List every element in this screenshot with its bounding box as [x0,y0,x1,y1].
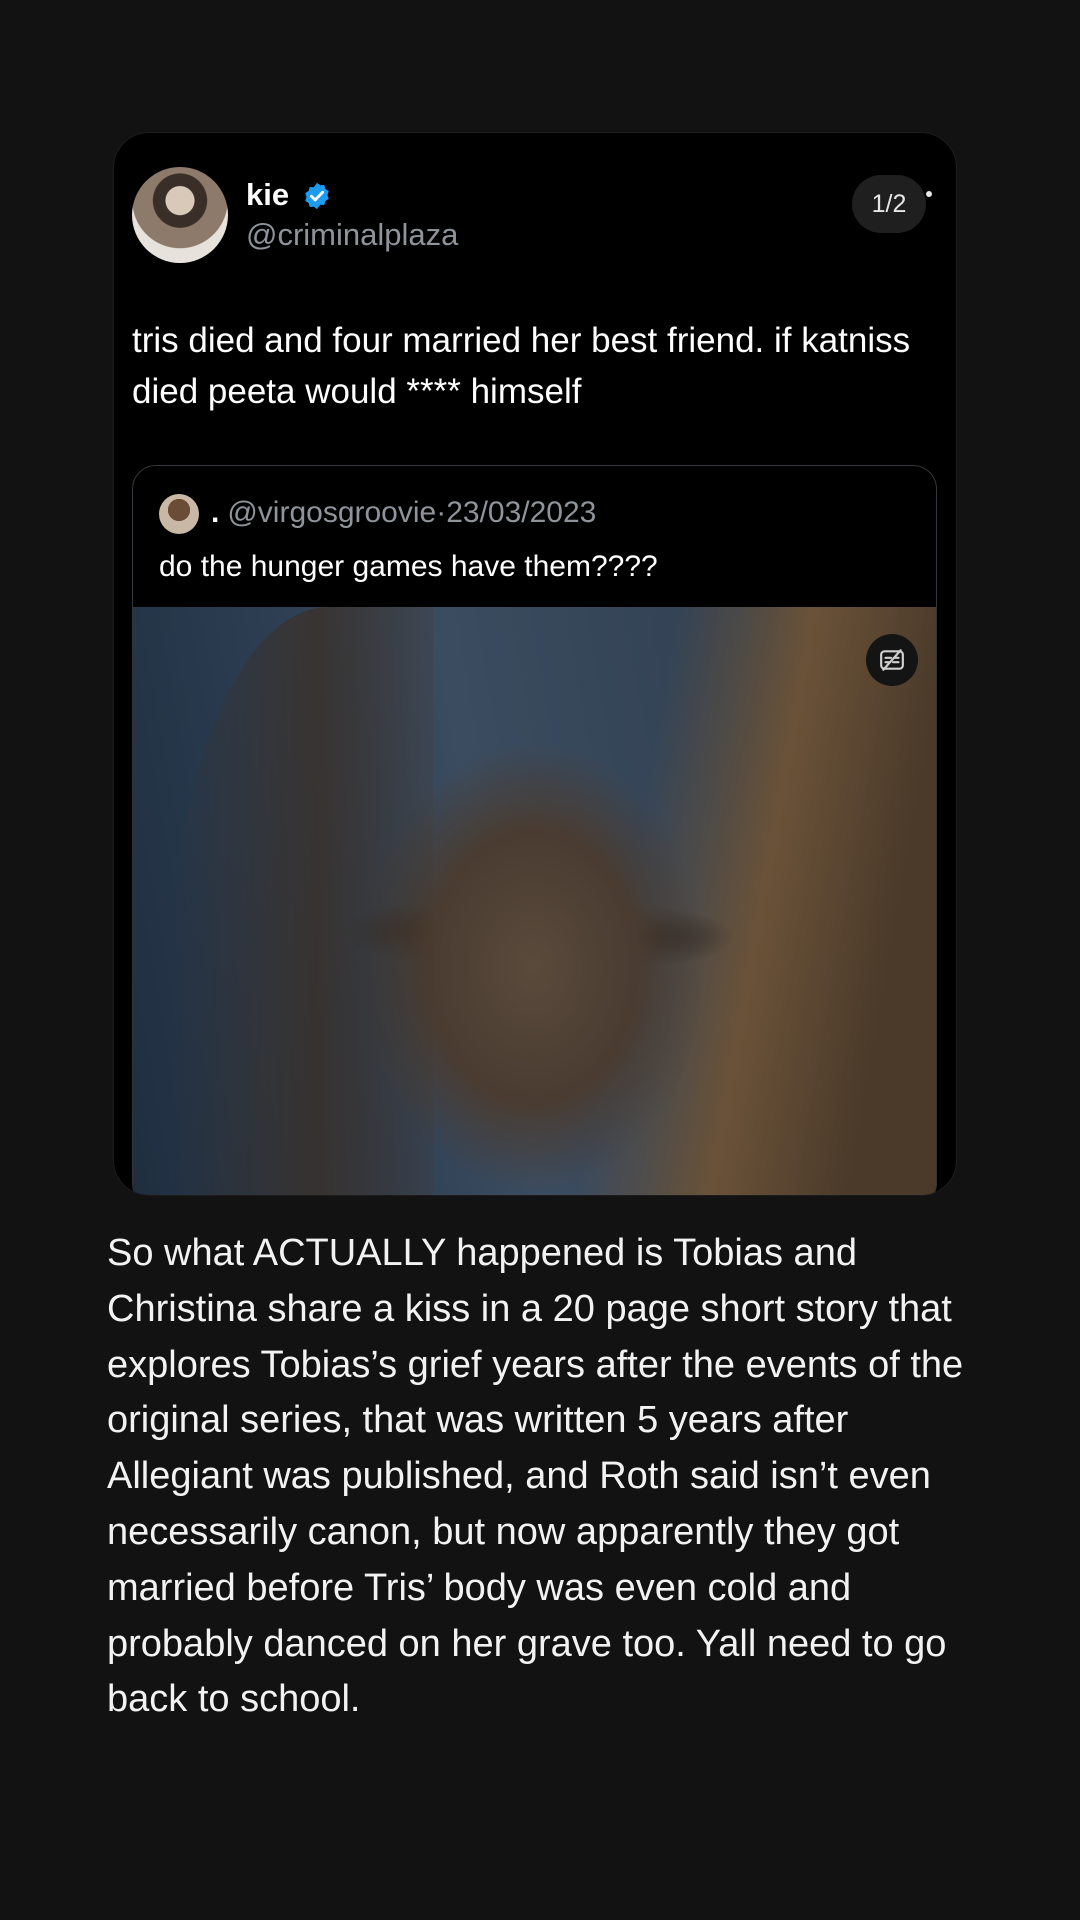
quoted-tweet-meta: . @virgosgroovie·23/03/2023 [211,496,596,530]
meta-bullet: . [211,496,220,529]
caption-glyph [880,649,904,671]
quoted-author-avatar [159,494,199,534]
quoted-tweet-text: do the hunger games have them???? [159,550,658,583]
caption-body-text: So what ACTUALLY happened is Tobias and … [107,1232,964,1721]
quoted-tweet-date: 23/03/2023 [446,496,597,529]
quoted-tweet-image[interactable] [133,607,936,1195]
author-display-name[interactable]: kie [246,177,289,213]
quoted-tweet[interactable]: . @virgosgroovie·23/03/2023 do the hunger… [132,465,937,1195]
verified-badge-icon [305,182,329,210]
tweet-text: tris died and four married her best frie… [132,321,911,411]
indicator-dot [926,191,932,197]
page-indicator-badge: 1/2 [852,175,926,233]
tweet-card[interactable]: kie @criminalplaza 1/2 tris died and fou… [113,132,957,1196]
author-handle[interactable]: @criminalplaza [246,217,458,253]
image-shading [173,607,433,1195]
author-avatar[interactable] [132,167,228,263]
quoted-author-handle[interactable]: @virgosgroovie [227,496,436,529]
meta-separator: · [436,496,447,529]
caption-icon[interactable] [866,634,918,686]
